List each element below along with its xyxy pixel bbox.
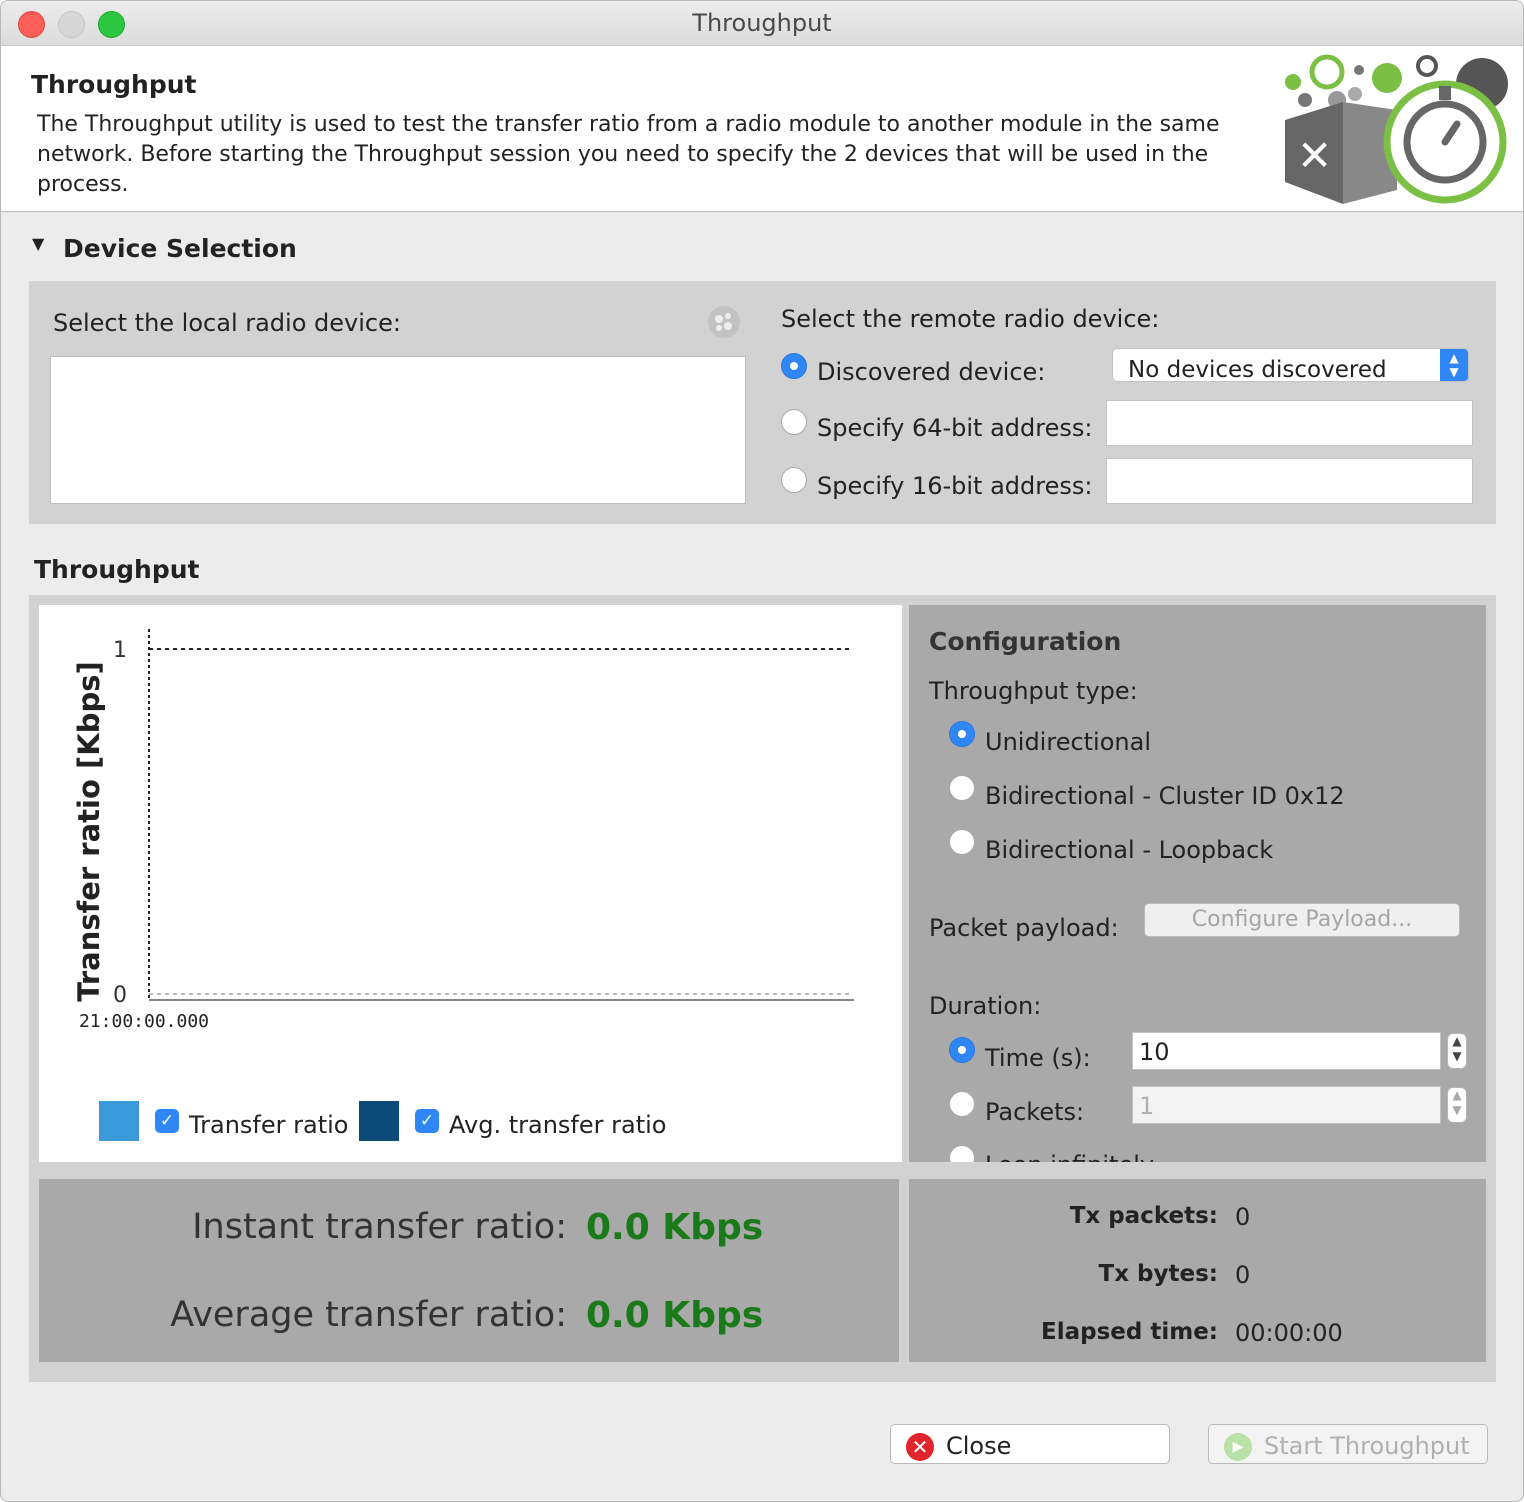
elapsed-time-value: 00:00:00 — [1235, 1319, 1343, 1347]
legend-checkbox-avg[interactable]: ✓ — [415, 1109, 439, 1133]
header-title: Throughput — [31, 70, 197, 99]
local-device-list[interactable] — [50, 356, 746, 504]
instant-ratio-label: Instant transfer ratio: — [192, 1207, 567, 1247]
instant-ratio-value: 0.0 Kbps — [586, 1207, 764, 1248]
throughput-section-title: Throughput — [34, 555, 200, 584]
loop-label: Loop infinitely — [985, 1151, 1154, 1162]
addr16-radio[interactable] — [781, 467, 807, 493]
addr64-radio[interactable] — [781, 409, 807, 435]
discovered-device-select-value: No devices discovered — [1128, 357, 1387, 382]
collapse-triangle-icon[interactable]: ▼ — [32, 234, 44, 253]
unidirectional-label: Unidirectional — [985, 728, 1151, 756]
transfer-stats-panel: Instant transfer ratio: 0.0 Kbps Average… — [39, 1179, 899, 1362]
duration-label: Duration: — [929, 992, 1042, 1020]
configure-payload-button[interactable]: Configure Payload... — [1144, 903, 1460, 937]
throughput-chart: 1 0 21:00:00.000 Transfer ratio [Kbps] ✓ Tr… — [39, 605, 902, 1162]
y-tick-label: 0 — [113, 983, 127, 1008]
close-icon: ✕ — [906, 1433, 934, 1461]
packets-radio[interactable] — [949, 1091, 975, 1117]
device-selection-title: Device Selection — [63, 234, 297, 263]
play-icon: ▶ — [1224, 1433, 1252, 1461]
loop-radio[interactable] — [949, 1145, 975, 1162]
unidirectional-radio[interactable] — [949, 721, 975, 747]
bidirectional-cluster-label: Bidirectional - Cluster ID 0x12 — [985, 782, 1345, 810]
remote-device-label: Select the remote radio device: — [781, 305, 1160, 333]
throughput-type-label: Throughput type: — [929, 677, 1138, 705]
time-label: Time (s): — [985, 1044, 1091, 1072]
chevron-updown-icon: ▲ ▼ — [1440, 349, 1468, 381]
packet-payload-label: Packet payload: — [929, 914, 1119, 942]
close-button[interactable]: ✕ Close — [890, 1424, 1170, 1464]
legend-label-transfer: Transfer ratio — [189, 1111, 349, 1139]
device-selection-panel: Select the local radio device: Select th… — [29, 281, 1496, 524]
discovered-device-radio[interactable] — [781, 353, 807, 379]
average-ratio-value: 0.0 Kbps — [586, 1295, 764, 1336]
local-device-label: Select the local radio device: — [53, 309, 401, 337]
elapsed-time-label: Elapsed time: — [1041, 1319, 1218, 1345]
bidirectional-cluster-radio[interactable] — [949, 775, 975, 801]
packets-field[interactable]: 1 — [1132, 1086, 1441, 1124]
close-button-label: Close — [946, 1432, 1012, 1460]
tx-bytes-label: Tx bytes: — [1098, 1261, 1218, 1287]
x-tick-label: 21:00:00.000 — [79, 1011, 209, 1032]
packets-stepper[interactable]: ▲ ▼ — [1447, 1087, 1467, 1123]
discover-devices-icon[interactable] — [708, 306, 740, 338]
chart-svg: 1 0 21:00:00.000 Transfer ratio [Kbps] — [72, 629, 854, 1032]
discovered-device-select[interactable]: No devices discovered ▲ ▼ — [1112, 348, 1469, 382]
average-ratio-label: Average transfer ratio: — [170, 1295, 567, 1335]
tx-stats-panel: Tx packets: 0 Tx bytes: 0 Elapsed time: … — [909, 1179, 1486, 1362]
tx-bytes-value: 0 — [1235, 1261, 1251, 1289]
window-title: Throughput — [692, 9, 832, 37]
legend-checkbox-transfer[interactable]: ✓ — [155, 1109, 179, 1133]
header-description: The Throughput utility is used to test t… — [37, 112, 1220, 197]
configuration-panel: Configuration Throughput type: Unidirect… — [909, 605, 1486, 1162]
y-axis-label: Transfer ratio [Kbps] — [72, 661, 106, 1002]
throughput-logo-icon: ✕ — [1285, 54, 1508, 204]
legend-swatch-avg — [359, 1101, 399, 1141]
bidirectional-loopback-label: Bidirectional - Loopback — [985, 836, 1274, 864]
discovered-device-label: Discovered device: — [817, 358, 1046, 386]
svg-text:✕: ✕ — [1297, 131, 1332, 180]
time-field[interactable]: 10 — [1132, 1032, 1441, 1070]
title-bar: Throughput — [1, 1, 1523, 46]
start-throughput-button[interactable]: ▶ Start Throughput — [1208, 1424, 1488, 1464]
throughput-window: Throughput Throughput The Throughput uti… — [0, 0, 1524, 1502]
tx-packets-label: Tx packets: — [1069, 1203, 1218, 1229]
header: Throughput The Throughput utility is use… — [1, 46, 1523, 212]
packets-label: Packets: — [985, 1098, 1085, 1126]
configuration-title: Configuration — [929, 627, 1122, 656]
y-tick-label: 1 — [113, 638, 127, 663]
bidirectional-loopback-radio[interactable] — [949, 829, 975, 855]
addr16-field[interactable] — [1106, 458, 1473, 504]
time-stepper[interactable]: ▲ ▼ — [1447, 1033, 1467, 1069]
legend-label-avg: Avg. transfer ratio — [449, 1111, 667, 1139]
addr16-label: Specify 16-bit address: — [817, 472, 1093, 500]
tx-packets-value: 0 — [1235, 1203, 1251, 1231]
addr64-label: Specify 64-bit address: — [817, 414, 1093, 442]
time-radio[interactable] — [949, 1037, 975, 1063]
legend-swatch-transfer — [99, 1101, 139, 1141]
start-throughput-label: Start Throughput — [1264, 1432, 1470, 1460]
throughput-panel: 1 0 21:00:00.000 Transfer ratio [Kbps] ✓ Tr… — [29, 595, 1496, 1382]
addr64-field[interactable] — [1106, 400, 1473, 446]
